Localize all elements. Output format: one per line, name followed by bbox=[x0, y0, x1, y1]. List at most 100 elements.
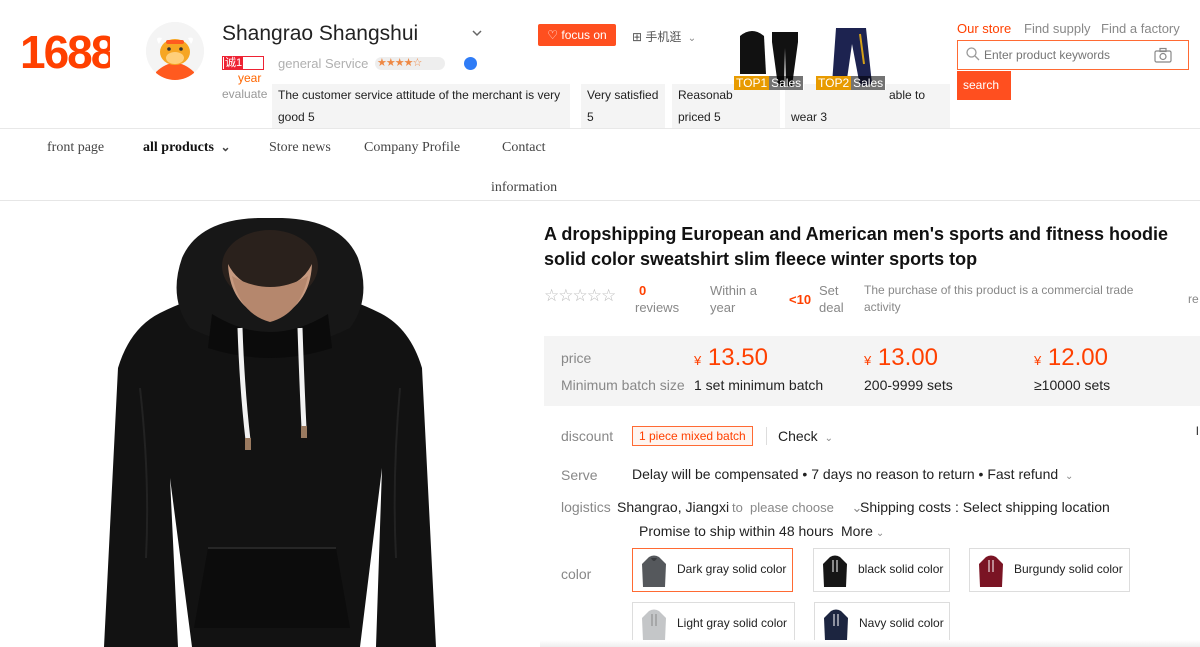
trade-note: The purchase of this product is a commer… bbox=[864, 283, 1134, 314]
mobile-shop-link[interactable]: ⊞ 手机逛 ⌄ bbox=[632, 28, 696, 45]
review-stars: ☆☆☆☆☆ bbox=[544, 286, 616, 305]
nav-company-profile[interactable]: Company Profile bbox=[364, 140, 460, 156]
evaluation-item: able to wear 3 bbox=[785, 84, 950, 128]
top-rank-label: TOP1 Sales bbox=[734, 76, 804, 90]
check-discount-button[interactable]: Check ⌄ bbox=[778, 428, 833, 444]
nav-all-products[interactable]: all products ⌄ bbox=[143, 140, 231, 156]
membership-years: year bbox=[238, 71, 262, 85]
search-icon bbox=[965, 46, 981, 62]
serve-label: Serve bbox=[561, 467, 598, 483]
color-option-label: Navy solid color bbox=[859, 616, 944, 630]
chat-icon[interactable] bbox=[464, 57, 477, 70]
chevron-down-icon: ⌄ bbox=[1065, 471, 1074, 482]
more-label: More bbox=[841, 523, 873, 539]
color-option-label: Light gray solid color bbox=[677, 616, 788, 630]
min-batch-label: Minimum batch size bbox=[561, 377, 685, 393]
tier-quantity: 200-9999 sets bbox=[864, 377, 953, 393]
color-option-label: Dark gray solid color bbox=[677, 562, 787, 576]
reviews-count[interactable]: 0 reviews bbox=[635, 282, 679, 316]
integrity-badge: 诚1 bbox=[222, 56, 264, 70]
nav-contact-information[interactable]: information bbox=[491, 180, 557, 196]
service-rating-stars: ★★★★☆ bbox=[375, 57, 445, 70]
evaluate-label: evaluate bbox=[222, 87, 268, 101]
more-button[interactable]: More ⌄ bbox=[841, 523, 884, 539]
find-supply-link[interactable]: Find supply bbox=[1024, 21, 1090, 36]
product-title-line: solid color sweatshirt slim fleece winte… bbox=[544, 249, 978, 269]
color-option-label: black solid color bbox=[858, 562, 944, 576]
follow-button[interactable]: ♡ focus on bbox=[538, 24, 616, 46]
hoodie-swatch bbox=[823, 555, 847, 587]
chevron-down-icon: ⌄ bbox=[875, 528, 885, 539]
edge-mark: l bbox=[1196, 424, 1199, 438]
divider bbox=[766, 427, 767, 445]
evaluation-score: 5 bbox=[587, 110, 594, 124]
color-label: color bbox=[561, 566, 592, 582]
tier-quantity: ≥10000 sets bbox=[1034, 377, 1111, 393]
ship-promise: Promise to ship within 48 hours bbox=[639, 523, 834, 539]
discount-tag[interactable]: 1 piece mixed batch bbox=[632, 426, 753, 446]
color-option-burgundy[interactable]: Burgundy solid color bbox=[969, 548, 1130, 592]
evaluation-text: Very satisfied bbox=[587, 88, 659, 102]
evaluation-score: wear 3 bbox=[791, 110, 828, 124]
shipping-costs: Shipping costs : Select shipping locatio… bbox=[860, 499, 1110, 515]
header-divider bbox=[0, 128, 1200, 129]
nav-all-products-label: all products bbox=[143, 140, 214, 155]
cow-mascot-icon bbox=[146, 22, 204, 80]
search-input[interactable] bbox=[984, 42, 1159, 68]
integrity-badge-text: 诚1 bbox=[224, 57, 244, 69]
our-store-link[interactable]: Our store bbox=[957, 21, 1011, 36]
qr-grid-icon: ⊞ bbox=[632, 30, 643, 44]
top-rank-label: TOP2 Sales bbox=[816, 76, 886, 90]
deal-count: <10 bbox=[789, 292, 812, 307]
nav-front-page[interactable]: front page bbox=[47, 140, 104, 156]
evaluation-score: priced 5 bbox=[678, 110, 721, 124]
nav-store-news[interactable]: Store news bbox=[269, 140, 331, 156]
product-main-image[interactable] bbox=[100, 217, 440, 647]
camera-icon[interactable] bbox=[1154, 47, 1172, 63]
hoodie-swatch bbox=[979, 555, 1003, 587]
nav-divider bbox=[0, 200, 1200, 201]
tier-quantity: 1 set minimum batch bbox=[694, 377, 824, 393]
search-button[interactable]: search bbox=[957, 71, 1011, 100]
tier-price: ¥ 12.00 bbox=[1034, 344, 1108, 371]
reviews-label: reviews bbox=[635, 300, 680, 315]
service-guarantees[interactable]: Delay will be compensated • 7 days no re… bbox=[632, 466, 1073, 482]
evaluation-item: The customer service attitude of the mer… bbox=[272, 84, 570, 128]
within-a-year: Within a year bbox=[710, 283, 757, 315]
shop-avatar[interactable] bbox=[146, 22, 204, 80]
color-option-black[interactable]: black solid color bbox=[813, 548, 950, 592]
black-hoodie-photo bbox=[100, 217, 440, 647]
hoodie-swatch bbox=[824, 609, 848, 641]
check-label: Check bbox=[778, 428, 818, 444]
bottom-shadow bbox=[540, 640, 1200, 647]
tier-price: ¥ 13.00 bbox=[864, 344, 938, 371]
destination-placeholder: please choose bbox=[750, 500, 834, 515]
destination-select[interactable]: please choose ⌄ bbox=[750, 500, 862, 516]
evaluation-score: good 5 bbox=[278, 110, 315, 124]
site-logo[interactable]: 1688 bbox=[20, 26, 110, 78]
top-sales-item[interactable]: TOP1 Sales bbox=[734, 24, 804, 90]
origin-location: Shangrao, Jiangxi bbox=[617, 499, 730, 515]
discount-label: discount bbox=[561, 428, 614, 444]
service-label: general Service bbox=[278, 56, 369, 71]
tier-price: ¥ 13.50 bbox=[694, 344, 768, 371]
reviews-count-value: 0 bbox=[639, 283, 647, 298]
color-option-label: Burgundy solid color bbox=[1014, 562, 1123, 576]
chevron-down-icon[interactable] bbox=[470, 26, 484, 43]
set-deal-label: Set deal bbox=[819, 283, 844, 315]
chevron-down-icon: ⌄ bbox=[220, 140, 231, 154]
price-label: price bbox=[561, 350, 592, 366]
evaluation-item: Reasonab priced 5 bbox=[672, 84, 780, 128]
top-sales-item[interactable]: TOP2 Sales bbox=[816, 24, 886, 90]
nav-contact[interactable]: Contact bbox=[502, 140, 546, 156]
shop-name[interactable]: Shangrao Shangshui bbox=[222, 22, 418, 46]
color-option-dark-gray[interactable]: Dark gray solid color bbox=[632, 548, 793, 592]
mobile-shop-label: 手机逛 bbox=[645, 30, 682, 44]
chevron-down-icon: ⌄ bbox=[824, 433, 833, 444]
evaluation-text: The customer service attitude of the mer… bbox=[278, 88, 561, 102]
evaluation-item: Very satisfied 5 bbox=[581, 84, 665, 128]
logistics-label: logistics bbox=[561, 499, 611, 515]
find-factory-link[interactable]: Find a factory bbox=[1101, 21, 1180, 36]
chevron-down-icon: ⌄ bbox=[687, 33, 697, 44]
product-title: A dropshipping European and American men… bbox=[544, 222, 1200, 272]
